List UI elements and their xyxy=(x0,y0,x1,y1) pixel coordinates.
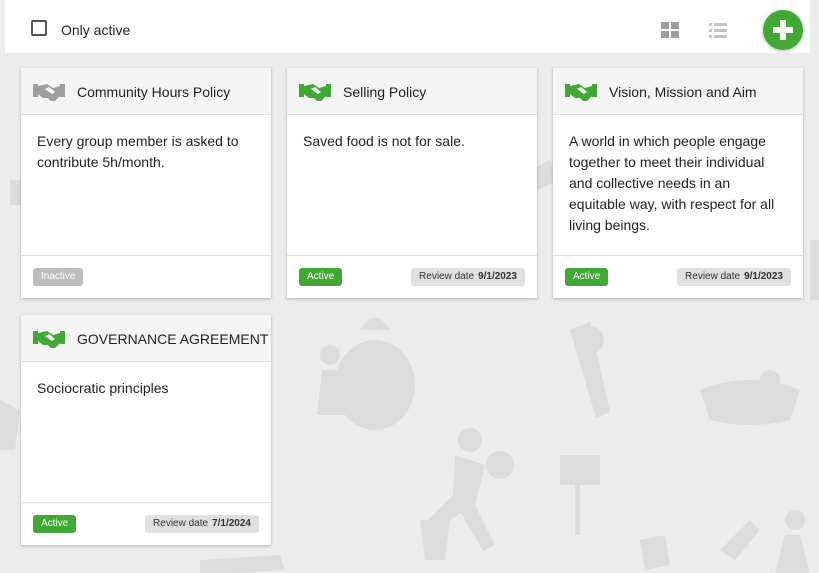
handshake-icon xyxy=(33,331,65,348)
list-view-icon[interactable] xyxy=(707,19,729,41)
review-date-value: 7/1/2024 xyxy=(212,518,251,529)
review-date: Review date 7/1/2024 xyxy=(145,515,259,533)
review-date-label: Review date xyxy=(419,271,475,282)
review-date: Review date 9/1/2023 xyxy=(677,268,791,286)
plus-icon xyxy=(773,20,793,40)
handshake-icon xyxy=(33,84,65,101)
agreement-card[interactable]: Community Hours Policy Every group membe… xyxy=(21,68,271,298)
card-title: Vision, Mission and Aim xyxy=(609,84,757,100)
status-badge: Active xyxy=(299,268,343,286)
review-date-value: 9/1/2023 xyxy=(478,271,517,282)
toolbar: Only active xyxy=(5,0,810,53)
review-date-value: 9/1/2023 xyxy=(744,271,783,282)
add-button[interactable] xyxy=(763,10,803,50)
card-title: GOVERNANCE AGREEMENT xyxy=(77,331,269,347)
only-active-label: Only active xyxy=(61,22,131,38)
card-header: GOVERNANCE AGREEMENT xyxy=(21,315,271,362)
handshake-icon xyxy=(299,84,331,101)
card-footer: Active Review date 9/1/2023 xyxy=(553,255,803,298)
card-header: Community Hours Policy xyxy=(21,68,271,115)
handshake-icon xyxy=(565,84,597,101)
handshake-icon-shape xyxy=(299,84,331,101)
handshake-icon-shape xyxy=(565,84,597,101)
card-footer: Inactive xyxy=(21,255,271,298)
card-description: Every group member is asked to contribut… xyxy=(37,133,239,170)
card-footer: Active Review date 9/1/2023 xyxy=(287,255,537,298)
grid-view-icon[interactable] xyxy=(659,19,681,41)
card-title: Community Hours Policy xyxy=(77,84,231,100)
agreement-card[interactable]: Vision, Mission and Aim A world in which… xyxy=(553,68,803,298)
card-title: Selling Policy xyxy=(343,84,427,100)
review-date-label: Review date xyxy=(153,518,209,529)
status-badge: Inactive xyxy=(33,268,84,286)
card-description: Saved food is not for sale. xyxy=(303,133,465,149)
review-date: Review date 9/1/2023 xyxy=(411,268,525,286)
review-date-label: Review date xyxy=(685,271,741,282)
handshake-icon-shape xyxy=(33,331,65,348)
card-description: A world in which people engage together … xyxy=(569,133,775,233)
agreement-card[interactable]: GOVERNANCE AGREEMENT Sociocratic princip… xyxy=(21,315,271,545)
card-footer: Active Review date 7/1/2024 xyxy=(21,502,271,545)
agreement-card[interactable]: Selling Policy Saved food is not for sal… xyxy=(287,68,537,298)
card-header: Vision, Mission and Aim xyxy=(553,68,803,115)
status-badge: Active xyxy=(33,515,77,533)
card-description: Sociocratic principles xyxy=(37,380,169,396)
card-header: Selling Policy xyxy=(287,68,537,115)
only-active-checkbox[interactable] xyxy=(31,20,47,36)
status-badge: Active xyxy=(565,268,609,286)
handshake-icon-shape xyxy=(33,84,65,101)
